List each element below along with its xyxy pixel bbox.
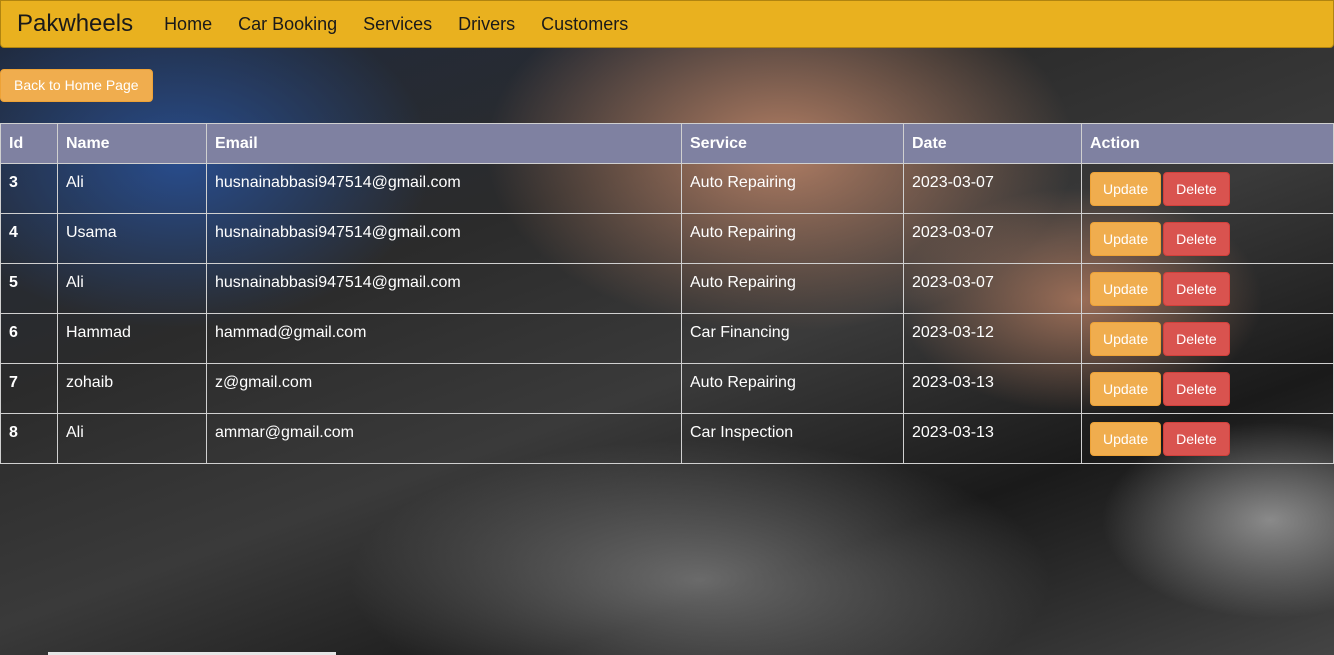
cell-email: z@gmail.com [206,363,682,414]
table-row: 6 Hammad hammad@gmail.com Car Financing 2023… [0,313,1334,364]
navbar: Pakwheels Home Car Booking Services Driv… [0,0,1334,48]
cell-service: Auto Repairing [681,263,904,314]
delete-button[interactable]: Delete [1163,272,1230,306]
cell-date: 2023-03-13 [903,363,1082,414]
cell-date: 2023-03-07 [903,163,1082,214]
back-to-home-button[interactable]: Back to Home Page [0,69,153,102]
cell-service: Auto Repairing [681,213,904,264]
cell-name: Hammad [57,313,207,364]
table-body: 3 Ali husnainabbasi947514@gmail.com Auto Re… [0,163,1334,464]
cell-email: husnainabbasi947514@gmail.com [206,163,682,214]
bookings-table: Id Name Email Service Date Action 3 Ali hu… [0,123,1334,464]
column-header-name: Name [57,123,207,164]
cell-service: Car Financing [681,313,904,364]
delete-button[interactable]: Delete [1163,422,1230,456]
cell-date: 2023-03-07 [903,213,1082,264]
cell-name: Usama [57,213,207,264]
cell-email: hammad@gmail.com [206,313,682,364]
cell-action: Update Delete [1081,213,1334,264]
cell-service: Auto Repairing [681,163,904,214]
column-header-service: Service [681,123,904,164]
update-button[interactable]: Update [1090,172,1162,206]
cell-date: 2023-03-12 [903,313,1082,364]
column-header-id: Id [0,123,58,164]
update-button[interactable]: Update [1090,372,1162,406]
cell-name: Ali [57,413,207,464]
cell-date: 2023-03-07 [903,263,1082,314]
table-row: 8 Ali ammar@gmail.com Car Inspection 2023-03… [0,413,1334,464]
cell-action: Update Delete [1081,313,1334,364]
update-button[interactable]: Update [1090,322,1162,356]
nav-link-services[interactable]: Services [363,14,432,35]
cell-service: Auto Repairing [681,363,904,414]
cell-id: 6 [0,313,58,364]
cell-date: 2023-03-13 [903,413,1082,464]
nav-link-car-booking[interactable]: Car Booking [238,14,337,35]
delete-button[interactable]: Delete [1163,172,1230,206]
brand-logo[interactable]: Pakwheels [17,10,133,38]
delete-button[interactable]: Delete [1163,372,1230,406]
nav-link-home[interactable]: Home [164,14,212,35]
cell-email: husnainabbasi947514@gmail.com [206,263,682,314]
cell-name: Ali [57,163,207,214]
table-row: 4 Usama husnainabbasi947514@gmail.com Auto … [0,213,1334,264]
table-row: 7 zohaib z@gmail.com Auto Repairing 2023-03-… [0,363,1334,414]
cell-id: 4 [0,213,58,264]
cell-name: zohaib [57,363,207,414]
delete-button[interactable]: Delete [1163,322,1230,356]
cell-action: Update Delete [1081,363,1334,414]
column-header-action: Action [1081,123,1334,164]
update-button[interactable]: Update [1090,422,1162,456]
cell-email: ammar@gmail.com [206,413,682,464]
nav-link-customers[interactable]: Customers [541,14,628,35]
cell-action: Update Delete [1081,163,1334,214]
table-header-row: Id Name Email Service Date Action [0,123,1334,164]
cell-action: Update Delete [1081,263,1334,314]
column-header-email: Email [206,123,682,164]
update-button[interactable]: Update [1090,222,1162,256]
table-row: 5 Ali husnainabbasi947514@gmail.com Auto Re… [0,263,1334,314]
cell-id: 5 [0,263,58,314]
cell-service: Car Inspection [681,413,904,464]
cell-id: 7 [0,363,58,414]
cell-name: Ali [57,263,207,314]
column-header-date: Date [903,123,1082,164]
cell-email: husnainabbasi947514@gmail.com [206,213,682,264]
cell-id: 8 [0,413,58,464]
cell-id: 3 [0,163,58,214]
delete-button[interactable]: Delete [1163,222,1230,256]
table-row: 3 Ali husnainabbasi947514@gmail.com Auto Re… [0,163,1334,214]
cell-action: Update Delete [1081,413,1334,464]
nav-link-drivers[interactable]: Drivers [458,14,515,35]
update-button[interactable]: Update [1090,272,1162,306]
